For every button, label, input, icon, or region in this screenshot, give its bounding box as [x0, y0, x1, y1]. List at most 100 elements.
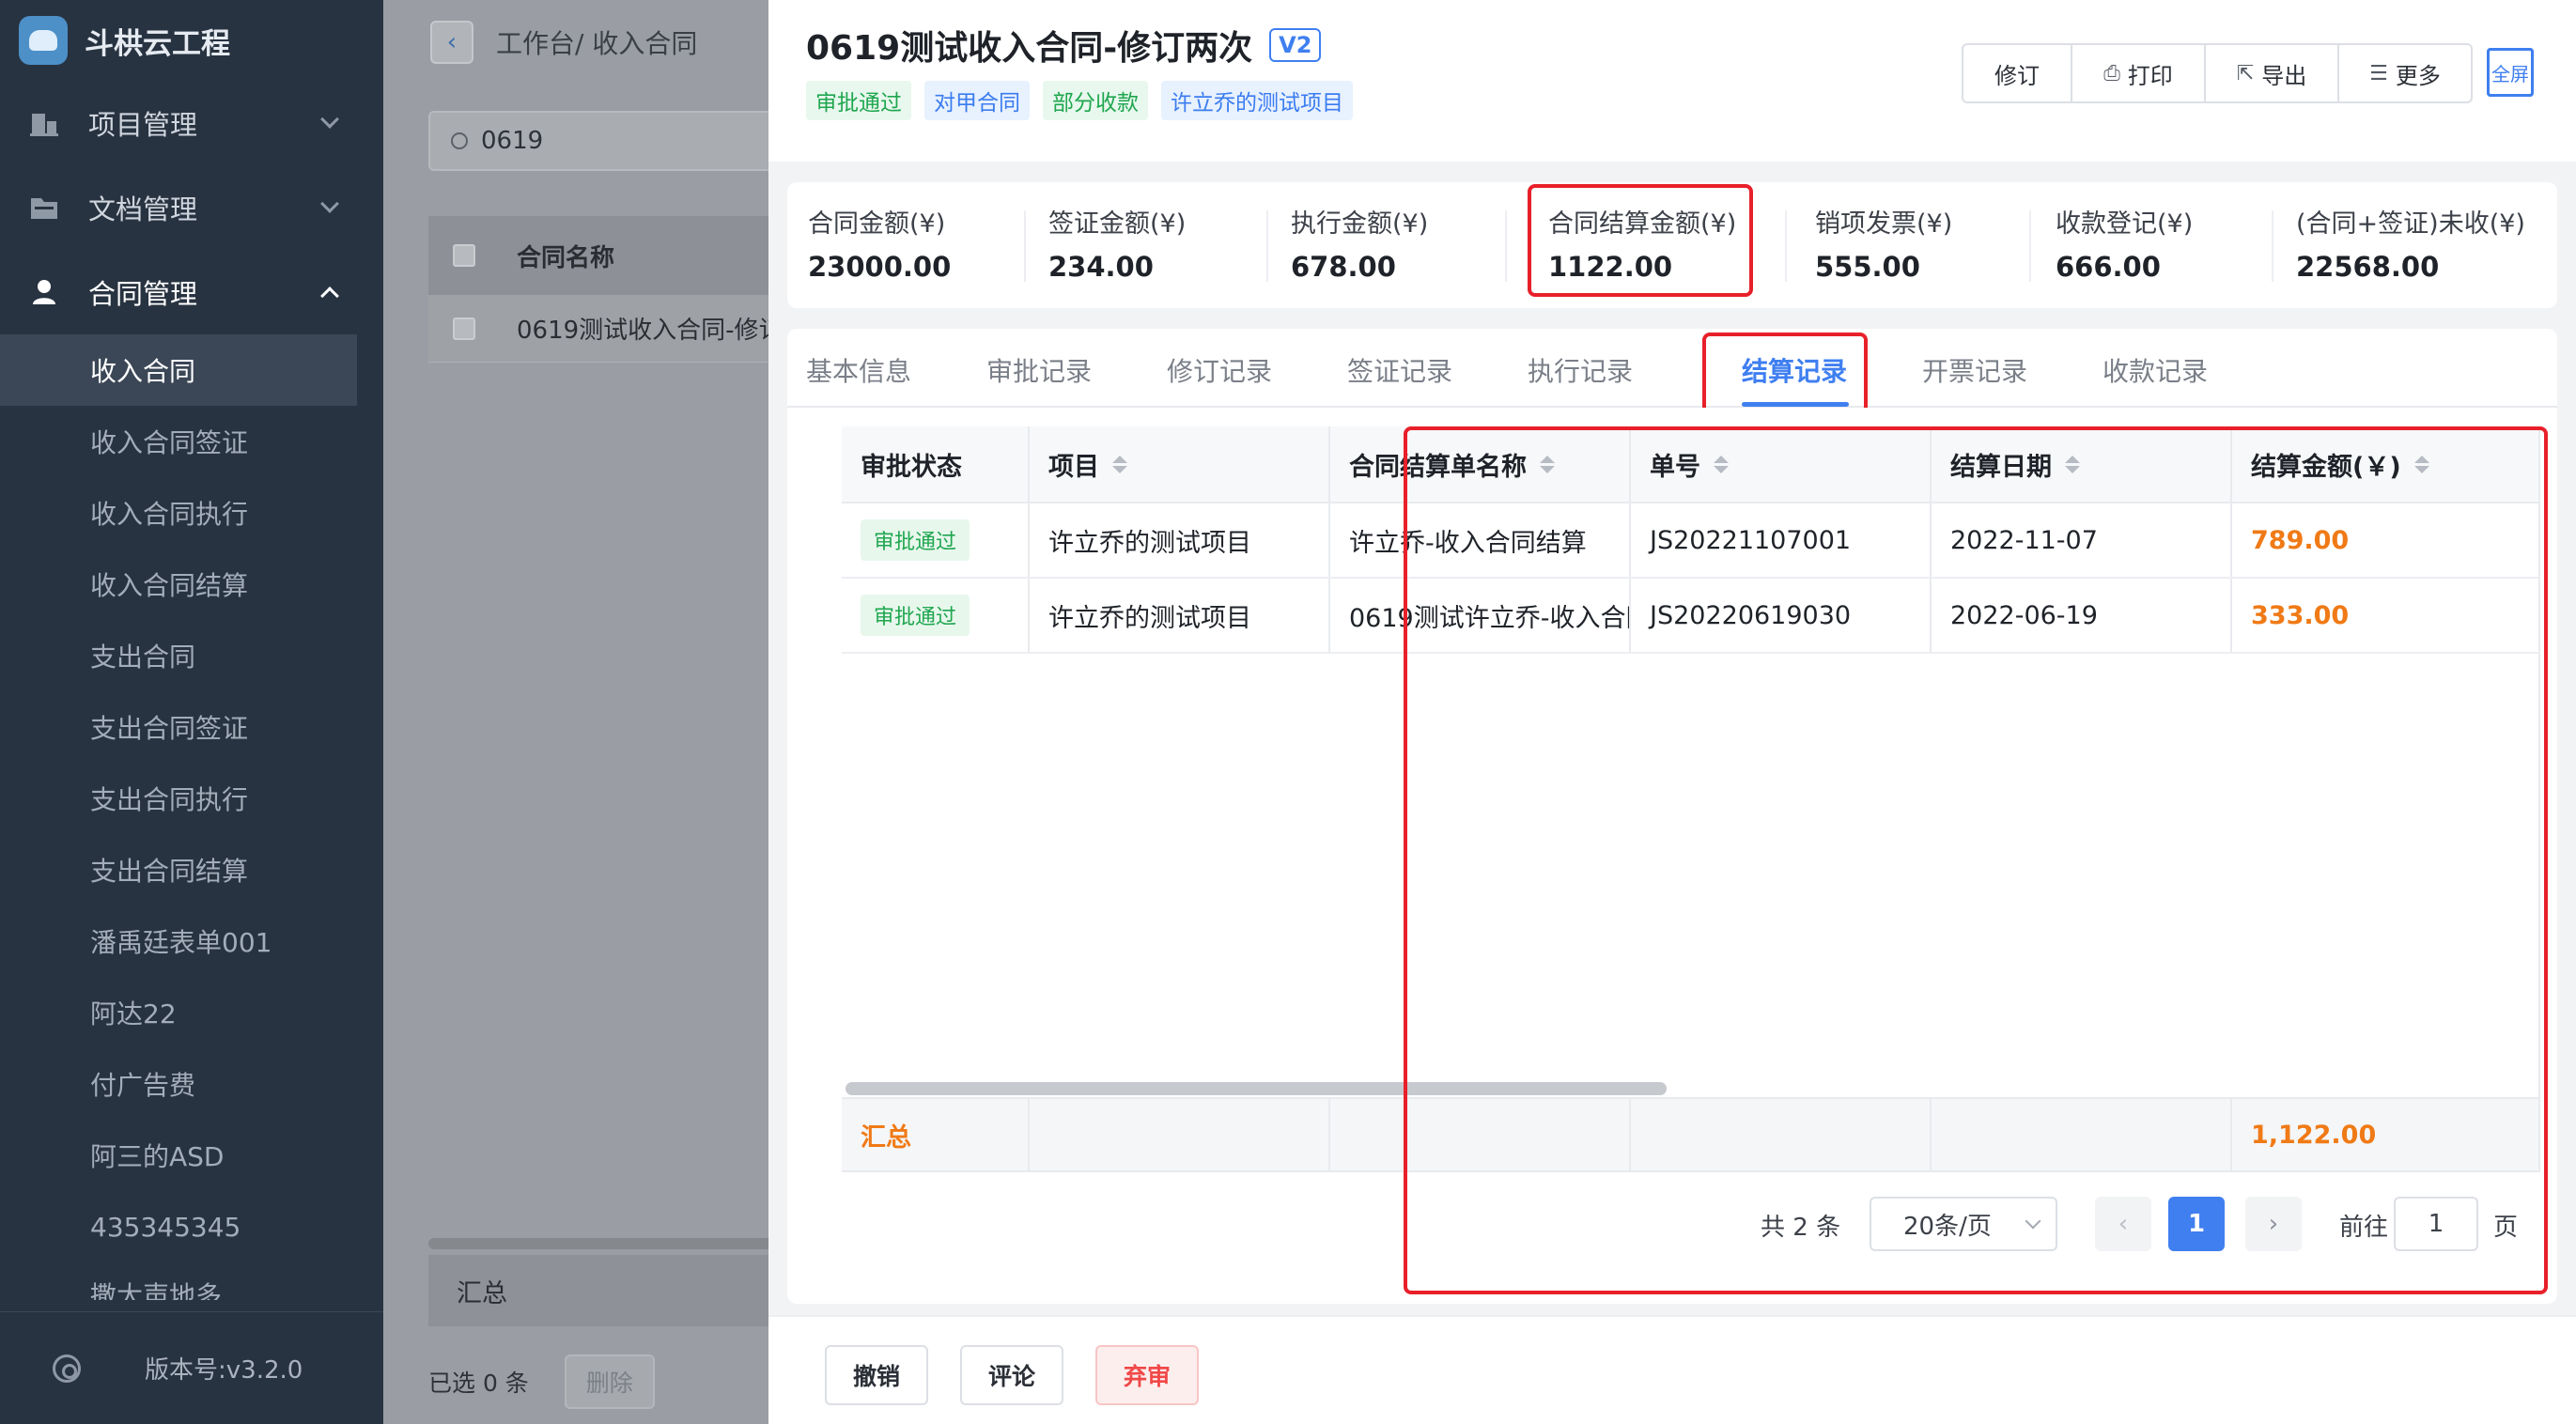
stat-label: 合同金额(¥): [808, 209, 946, 239]
search-input[interactable]: 0619: [428, 111, 785, 171]
brand[interactable]: 斗栱云工程: [0, 0, 383, 81]
stat-label: 收款登记(¥): [2056, 209, 2194, 239]
column-label: 项目: [1048, 452, 1099, 482]
more-label: 更多: [2395, 62, 2441, 89]
stat-visa-amount: 签证金额(¥) 234.00: [1048, 203, 1186, 283]
menu-group-docs[interactable]: 文档管理: [0, 165, 383, 250]
action-button-group: 修订 ⎙ 打印 ⇱ 导出 ☰ 更多: [1962, 43, 2473, 103]
divider: [1785, 210, 1787, 282]
chevron-up-icon: [320, 286, 339, 305]
sidebar-item-income-contract[interactable]: 收入合同: [0, 334, 357, 406]
drawer-header: 0619测试收入合同-修订两次 V2 审批通过 对甲合同 部分收款 许立乔的测试…: [768, 0, 2576, 162]
sidebar-item[interactable]: 435345345: [0, 1191, 383, 1262]
sort-icon[interactable]: [1112, 455, 1127, 473]
sidebar-item[interactable]: 付广告费: [0, 1048, 383, 1120]
abandon-approval-button[interactable]: 弃审: [1095, 1345, 1199, 1405]
status-cell: 审批通过: [842, 503, 1030, 577]
status-cell: 审批通过: [842, 579, 1030, 652]
menu-group-label: 项目管理: [88, 109, 198, 141]
brand-name: 斗栱云工程: [85, 26, 230, 61]
gear-icon[interactable]: [53, 1354, 81, 1383]
fullscreen-button[interactable]: 全屏: [2488, 49, 2533, 96]
column-contract-name[interactable]: 合同名称: [517, 239, 614, 273]
column-label: 审批状态: [861, 452, 962, 482]
export-button[interactable]: ⇱ 导出: [2206, 45, 2339, 101]
menu-group-label: 合同管理: [88, 278, 198, 310]
row-checkbox[interactable]: [453, 317, 475, 340]
tab-execution-records[interactable]: 执行记录: [1528, 351, 1633, 389]
status-badge: 审批通过: [861, 519, 970, 561]
menu-group-project[interactable]: 项目管理: [0, 81, 383, 165]
breadcrumb-current: / 收入合同: [575, 28, 698, 59]
contract-detail-drawer: 0619测试收入合同-修订两次 V2 审批通过 对甲合同 部分收款 许立乔的测试…: [768, 0, 2576, 1424]
sidebar-item[interactable]: 阿三的ASD: [0, 1120, 383, 1191]
tab-basic-info[interactable]: 基本信息: [806, 351, 911, 389]
breadcrumb-home[interactable]: 工作台: [496, 23, 575, 61]
highlight-box: [1528, 184, 1753, 297]
comment-button[interactable]: 评论: [960, 1345, 1063, 1405]
sidebar-item[interactable]: 潘禹廷表单001: [0, 905, 383, 977]
sidebar-item[interactable]: 支出合同: [0, 620, 383, 691]
menu-group-contract[interactable]: 合同管理: [0, 250, 383, 334]
version-badge: V2: [1269, 28, 1322, 62]
stat-value: 23000.00: [808, 251, 952, 283]
select-all-checkbox[interactable]: [453, 244, 475, 267]
tab-invoice-records[interactable]: 开票记录: [1922, 351, 2027, 389]
tab-receipt-records[interactable]: 收款记录: [2103, 351, 2208, 389]
stat-value: 22568.00: [2296, 251, 2440, 283]
column-status: 审批状态: [842, 426, 1030, 502]
sidebar-item[interactable]: 收入合同执行: [0, 477, 383, 549]
stat-label: 签证金额(¥): [1048, 209, 1187, 239]
contract-title: 0619测试收入合同-修订两次 V2: [806, 21, 1322, 70]
stat-value: 666.00: [2056, 251, 2161, 283]
record-tabs: 基本信息 审批记录 修订记录 签证记录 执行记录 结算记录 开票记录 收款记录: [787, 329, 2557, 408]
sidebar-item[interactable]: 收入合同签证: [0, 406, 383, 477]
stat-execution-amount: 执行金额(¥) 678.00: [1291, 203, 1428, 283]
stat-label: 执行金额(¥): [1291, 209, 1429, 239]
export-label: 导出: [2261, 62, 2307, 89]
sidebar-item[interactable]: 收入合同结算: [0, 549, 383, 620]
contract-name-cell[interactable]: 0619测试收入合同-修订两次: [517, 311, 776, 346]
project-cell: 许立乔的测试项目: [1030, 503, 1330, 577]
table-header: 合同名称: [428, 216, 776, 295]
status-tags: 审批通过 对甲合同 部分收款 许立乔的测试项目: [806, 81, 1353, 120]
status-tag: 部分收款: [1043, 81, 1148, 120]
fullscreen-label: 全屏: [2490, 58, 2531, 86]
tab-revision-records[interactable]: 修订记录: [1167, 351, 1272, 389]
stat-unreceived-amount: (合同+签证)未收(¥) 22568.00: [2296, 203, 2525, 283]
tab-approval-records[interactable]: 审批记录: [986, 351, 1092, 389]
divider: [2272, 210, 2273, 282]
status-badge: 审批通过: [861, 595, 970, 636]
project-cell: 许立乔的测试项目: [1030, 579, 1330, 652]
summary-label: 汇总: [842, 1099, 1030, 1170]
table-row[interactable]: 0619测试收入合同-修订两次: [428, 295, 776, 363]
print-button[interactable]: ⎙ 打印: [2072, 45, 2206, 101]
menu-group-label: 文档管理: [88, 193, 198, 225]
chevron-down-icon: [320, 194, 339, 213]
delete-button[interactable]: 删除: [564, 1354, 655, 1409]
tab-visa-records[interactable]: 签证记录: [1347, 351, 1452, 389]
column-project[interactable]: 项目: [1030, 426, 1330, 502]
status-tag: 审批通过: [806, 81, 911, 120]
drawer-footer: 撤销 评论 弃审: [768, 1315, 2576, 1424]
stat-contract-amount: 合同金额(¥) 23000.00: [808, 203, 951, 283]
back-button[interactable]: ‹: [430, 21, 473, 64]
stat-value: 678.00: [1291, 251, 1396, 283]
revise-label: 修订: [1994, 62, 2040, 89]
sidebar-item[interactable]: 支出合同执行: [0, 763, 383, 834]
building-icon: [28, 109, 60, 137]
user-icon: [28, 278, 60, 306]
search-icon: [451, 132, 468, 149]
stat-receipt-amount: 收款登记(¥) 666.00: [2056, 203, 2193, 283]
sidebar-item[interactable]: 撒大声地多: [0, 1262, 383, 1300]
revoke-button[interactable]: 撤销: [825, 1345, 928, 1405]
sidebar-item[interactable]: 支出合同结算: [0, 834, 383, 905]
sidebar-item[interactable]: 支出合同签证: [0, 691, 383, 763]
sidebar-item[interactable]: 阿达22: [0, 977, 383, 1048]
chevron-down-icon: [320, 110, 339, 129]
more-button[interactable]: ☰ 更多: [2339, 45, 2471, 101]
revise-button[interactable]: 修订: [1963, 45, 2072, 101]
horizontal-scrollbar[interactable]: [428, 1238, 776, 1249]
search-value: 0619: [481, 127, 544, 155]
brand-logo: [19, 16, 68, 65]
